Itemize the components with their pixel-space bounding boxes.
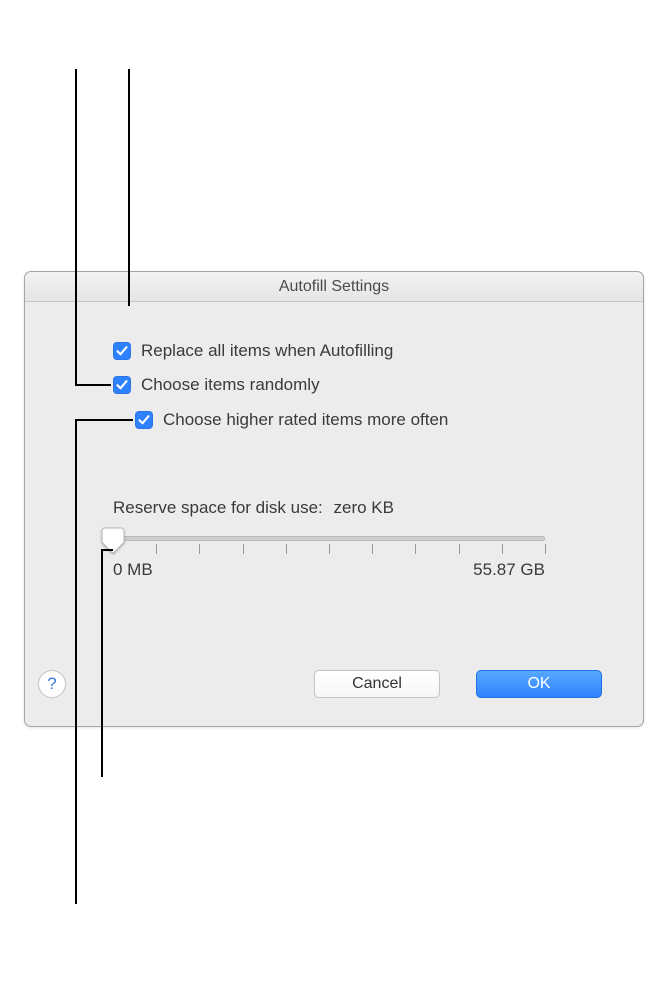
callout-line <box>101 549 103 777</box>
reserve-label: Reserve space for disk use: <box>113 498 323 517</box>
checkbox-random[interactable] <box>113 376 131 394</box>
checkbox-label-higher: Choose higher rated items more often <box>163 410 448 430</box>
help-button[interactable]: ? <box>38 670 66 698</box>
callout-line <box>75 419 77 904</box>
ok-button[interactable]: OK <box>476 670 602 698</box>
slider-tick <box>286 544 287 554</box>
checkbox-label-replace: Replace all items when Autofilling <box>141 341 393 361</box>
checkmark-icon <box>116 345 128 357</box>
callout-line <box>75 419 133 421</box>
slider-tick <box>199 544 200 554</box>
autofill-settings-dialog: Autofill Settings Replace all items when… <box>24 271 644 727</box>
reserve-value: zero KB <box>334 498 394 518</box>
slider-tick <box>243 544 244 554</box>
slider-tick <box>545 544 546 554</box>
slider-tick <box>372 544 373 554</box>
slider-range-max: 55.87 GB <box>473 560 545 580</box>
checkbox-label-random: Choose items randomly <box>141 375 320 395</box>
slider-range-min: 0 MB <box>113 560 153 580</box>
slider-tick <box>415 544 416 554</box>
callout-line <box>75 69 77 384</box>
callout-line <box>75 384 111 386</box>
callout-line <box>101 549 113 551</box>
checkbox-higher-rated[interactable] <box>135 411 153 429</box>
checkbox-row-higher: Choose higher rated items more often <box>135 409 448 431</box>
reserve-slider[interactable]: 0 MB 55.87 GB <box>113 530 545 575</box>
callout-line <box>128 69 130 306</box>
slider-tick <box>329 544 330 554</box>
checkmark-icon <box>116 379 128 391</box>
checkbox-row-random: Choose items randomly <box>113 374 320 396</box>
slider-tick <box>156 544 157 554</box>
cancel-button[interactable]: Cancel <box>314 670 440 698</box>
checkbox-replace[interactable] <box>113 342 131 360</box>
checkmark-icon <box>138 414 150 426</box>
dialog-title: Autofill Settings <box>25 272 643 302</box>
slider-track <box>113 536 545 541</box>
slider-tick <box>459 544 460 554</box>
slider-tick <box>502 544 503 554</box>
checkbox-row-replace: Replace all items when Autofilling <box>113 340 393 362</box>
reserve-label-line: Reserve space for disk use: zero KB <box>113 498 394 518</box>
